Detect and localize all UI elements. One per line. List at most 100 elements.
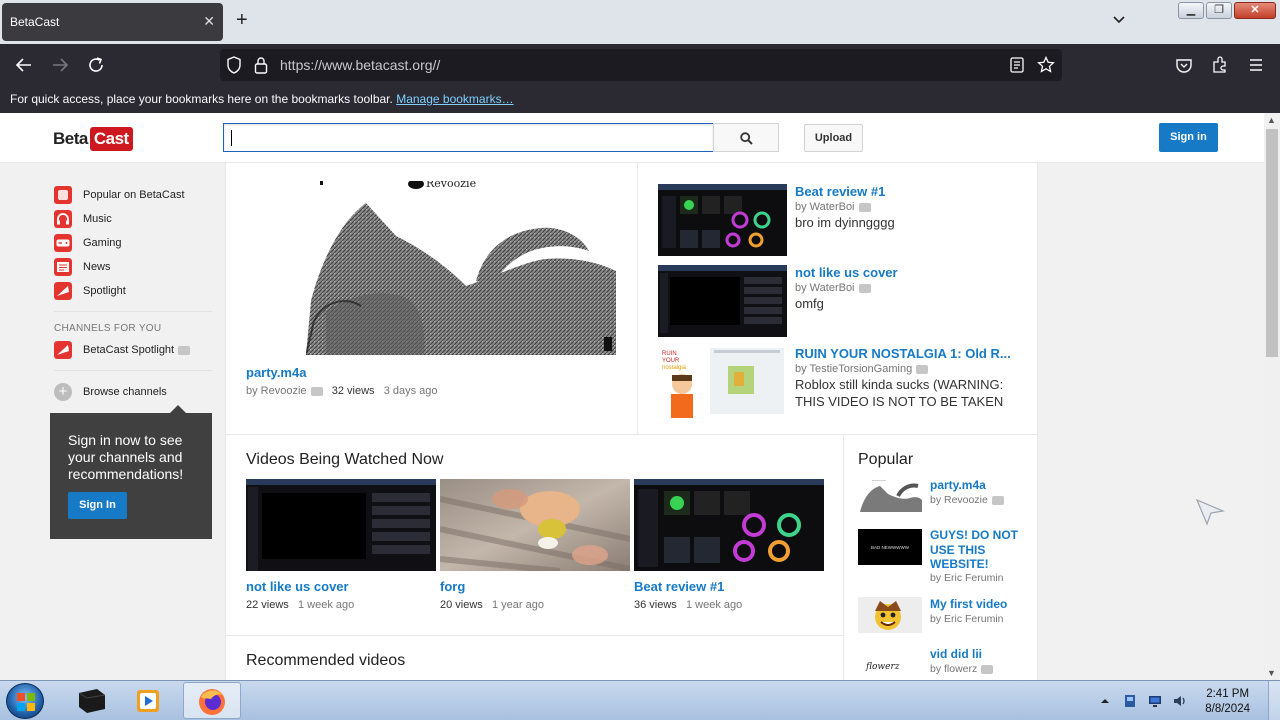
masthead: Beta Cast Upload Sign in xyxy=(0,113,1264,163)
side-video-title[interactable]: not like us cover xyxy=(795,265,1020,280)
gamepad-icon xyxy=(54,234,72,252)
guide-item-popular[interactable]: Popular on BetaCast xyxy=(54,185,185,205)
tray-volume-icon[interactable] xyxy=(1173,694,1187,708)
reload-icon[interactable] xyxy=(87,56,105,74)
sign-in-promo: Sign in now to see your channels and rec… xyxy=(50,405,212,539)
search-button[interactable] xyxy=(713,123,779,152)
bookmark-star-icon[interactable] xyxy=(1037,56,1055,74)
restore-button[interactable]: ❐ xyxy=(1206,2,1232,19)
side-video-title[interactable]: Beat review #1 xyxy=(795,184,1020,199)
side-video-author[interactable]: by WaterBoi xyxy=(795,201,871,213)
popular-thumbnail[interactable]: BAD NEWWWWW xyxy=(858,529,922,565)
tab-close-icon[interactable]: ✕ xyxy=(203,13,215,30)
popular-author[interactable]: by flowerz xyxy=(930,663,994,675)
thumbnail-text: flowerz xyxy=(865,662,900,672)
search-input[interactable] xyxy=(224,124,713,151)
popular-icon xyxy=(54,186,72,204)
address-bar[interactable]: https://www.betacast.org// xyxy=(220,49,1062,81)
minimize-button[interactable]: ▁ xyxy=(1178,2,1204,19)
popular-thumbnail[interactable]: ~~~~~~ xyxy=(858,476,922,512)
menu-hamburger-icon[interactable] xyxy=(1247,56,1265,74)
close-window-button[interactable]: ✕ xyxy=(1234,2,1276,19)
bookmarks-hint: For quick access, place your bookmarks h… xyxy=(10,92,393,106)
list-all-tabs-icon[interactable] xyxy=(1112,12,1126,26)
video-views: 22 views xyxy=(246,599,289,611)
spotlight-icon xyxy=(54,341,72,359)
side-video-author[interactable]: by TestieTorsionGaming xyxy=(795,363,929,375)
back-arrow-icon[interactable] xyxy=(15,56,33,74)
watched-video-title[interactable]: Beat review #1 xyxy=(634,579,724,594)
tracking-shield-icon[interactable] xyxy=(226,56,242,74)
thumbnail-watermark-text: Revoozie xyxy=(426,181,476,190)
guide-item-news[interactable]: News xyxy=(54,257,111,277)
browser-tab[interactable]: BetaCast ✕ xyxy=(2,3,223,41)
show-desktop-button[interactable] xyxy=(1268,681,1280,720)
watched-video-title[interactable]: not like us cover xyxy=(246,579,349,594)
guide-item-label: Gaming xyxy=(83,237,122,249)
browse-channels[interactable]: + Browse channels xyxy=(54,382,167,402)
page-scrollbar[interactable]: ▲ ▼ xyxy=(1264,113,1280,680)
guide-item-music[interactable]: Music xyxy=(54,209,112,229)
manage-bookmarks-link[interactable]: Manage bookmarks… xyxy=(396,92,513,106)
betacast-logo[interactable]: Beta Cast xyxy=(53,125,133,152)
channels-heading: CHANNELS FOR YOU xyxy=(54,323,162,334)
scroll-down-icon[interactable]: ▼ xyxy=(1267,668,1276,678)
side-video-description: omfg xyxy=(795,296,824,311)
guide-item-spotlight[interactable]: Spotlight xyxy=(54,281,126,301)
taskbar-app-media-player[interactable] xyxy=(120,682,178,719)
start-button[interactable] xyxy=(6,683,44,719)
side-video-title[interactable]: RUIN YOUR NOSTALGIA 1: Old R... xyxy=(795,346,1020,361)
lock-icon[interactable] xyxy=(254,56,268,74)
popular-thumbnail[interactable]: flowerz xyxy=(858,648,922,680)
taskbar-app-terminal[interactable] xyxy=(62,682,120,719)
featured-video-title[interactable]: party.m4a xyxy=(246,365,306,380)
url-text[interactable]: https://www.betacast.org// xyxy=(280,57,440,73)
guide-item-gaming[interactable]: Gaming xyxy=(54,233,122,253)
watched-video-thumbnail[interactable] xyxy=(246,479,436,571)
video-views: 36 views xyxy=(634,599,677,611)
side-video-thumbnail[interactable] xyxy=(658,184,787,256)
promo-sign-in-button[interactable]: Sign In xyxy=(68,492,127,519)
taskbar-app-firefox[interactable] xyxy=(183,682,241,719)
popular-author[interactable]: by Eric Ferumin xyxy=(930,572,1004,584)
system-clock[interactable]: 2:41 PM 8/8/2024 xyxy=(1205,687,1250,717)
side-video-item[interactable]: Beat review #1 by WaterBoi bro im dyinng… xyxy=(658,184,1018,258)
bookmarks-toolbar: For quick access, place your bookmarks h… xyxy=(0,86,1280,113)
browse-channels-label: Browse channels xyxy=(83,386,167,398)
side-video-item[interactable]: not like us cover by WaterBoi omfg xyxy=(658,265,1018,339)
popular-title[interactable]: party.m4a xyxy=(930,478,1025,493)
forward-arrow-icon[interactable] xyxy=(51,56,69,74)
sign-in-button[interactable]: Sign in xyxy=(1159,123,1218,152)
scrollbar-thumb[interactable] xyxy=(1266,129,1278,357)
main-content: Revoozie party.m4a by Revoozie 32 views … xyxy=(225,163,1038,680)
reader-view-icon[interactable] xyxy=(1010,57,1024,73)
new-tab-button[interactable]: + xyxy=(236,10,248,30)
popular-title[interactable]: My first video xyxy=(930,597,1025,612)
watched-video-thumbnail[interactable] xyxy=(440,479,630,571)
featured-video-thumbnail[interactable]: Revoozie xyxy=(306,181,616,355)
scroll-up-icon[interactable]: ▲ xyxy=(1267,115,1276,125)
watched-video-thumbnail[interactable] xyxy=(634,479,824,571)
popular-author[interactable]: by Eric Ferumin xyxy=(930,613,1004,625)
search-box[interactable] xyxy=(223,123,714,152)
tray-monitor-icon[interactable] xyxy=(1148,694,1162,708)
side-video-thumbnail[interactable]: RUIN YOUR nostalgia xyxy=(658,346,787,418)
watched-video-title[interactable]: forg xyxy=(440,579,465,594)
popular-title[interactable]: vid did lii xyxy=(930,647,1025,662)
side-video-thumbnail[interactable] xyxy=(658,265,787,337)
extensions-icon[interactable] xyxy=(1211,56,1229,74)
featured-video-author[interactable]: by Revoozie xyxy=(246,385,307,397)
popular-thumbnail[interactable] xyxy=(858,597,922,633)
upload-button[interactable]: Upload xyxy=(804,124,863,152)
popular-title[interactable]: GUYS! DO NOT USE THIS WEBSITE! xyxy=(930,528,1025,572)
side-video-item[interactable]: RUIN YOUR nostalgia RUIN YOUR NOSTALGIA … xyxy=(658,346,1018,420)
popular-heading: Popular xyxy=(858,451,914,468)
pocket-icon[interactable] xyxy=(1175,56,1193,74)
verified-icon xyxy=(178,345,191,355)
guide-channel-betacast-spotlight[interactable]: BetaCast Spotlight xyxy=(54,340,191,360)
video-thumbnail-image: BAD NEWWWWW xyxy=(858,529,922,565)
tray-network-icon[interactable] xyxy=(1123,694,1137,708)
tray-expand-icon[interactable] xyxy=(1100,696,1110,706)
side-video-author[interactable]: by WaterBoi xyxy=(795,282,871,294)
popular-author[interactable]: by Revoozie xyxy=(930,494,1004,506)
